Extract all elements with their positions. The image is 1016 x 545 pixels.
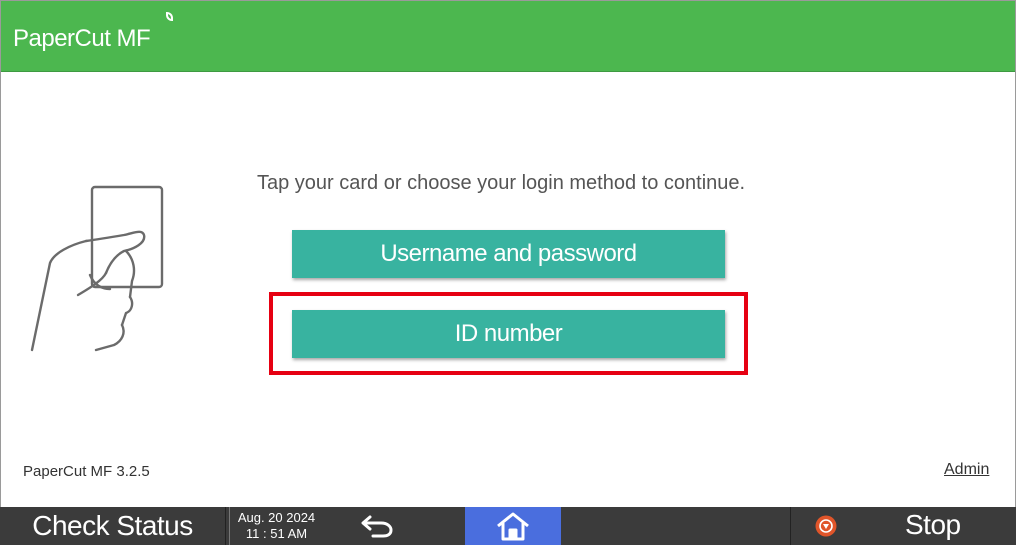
admin-link[interactable]: Admin	[944, 461, 989, 479]
papercut-logo: PaperCut MF	[13, 12, 173, 53]
device-taskbar: Check Status Aug. 20 2024 11 : 51 AM Sto…	[0, 507, 1016, 545]
username-password-button[interactable]: Username and password	[292, 230, 725, 278]
home-button[interactable]	[465, 507, 561, 545]
stop-label: Stop	[905, 509, 961, 540]
login-prompt: Tap your card or choose your login metho…	[257, 172, 746, 194]
stop-icon	[815, 515, 837, 537]
date-text: Aug. 20 2024	[237, 510, 316, 525]
stop-button[interactable]: Stop	[790, 507, 1016, 545]
home-icon	[497, 512, 529, 541]
version-label: PaperCut MF 3.2.5	[23, 463, 150, 480]
back-button[interactable]	[352, 507, 402, 545]
leaf-icon	[166, 12, 173, 21]
app-header: PaperCut MF	[1, 1, 1015, 72]
check-status-button[interactable]: Check Status	[0, 507, 226, 545]
brand-text: PaperCut MF	[13, 25, 151, 52]
date-time-display: Aug. 20 2024 11 : 51 AM	[229, 507, 319, 545]
back-arrow-icon	[361, 515, 393, 538]
time-text: 11 : 51 AM	[245, 526, 308, 541]
hand-card-icon	[30, 185, 164, 352]
selection-highlight	[269, 292, 748, 375]
